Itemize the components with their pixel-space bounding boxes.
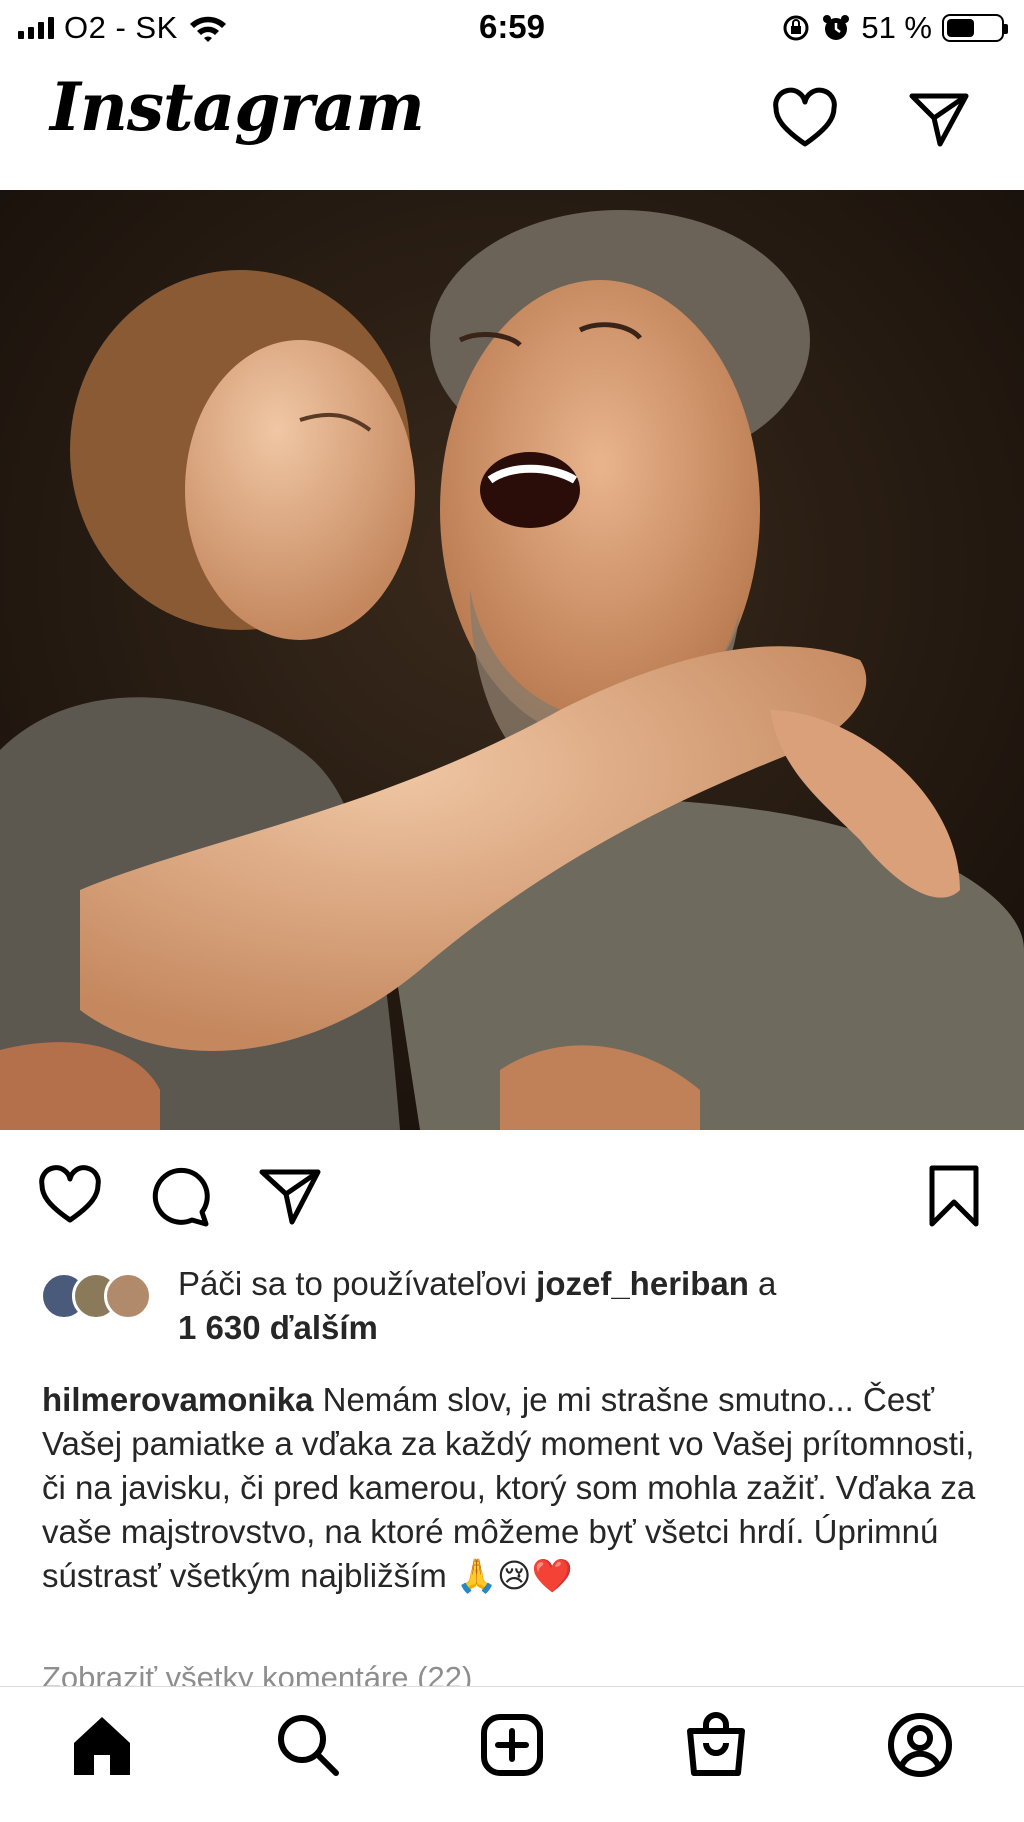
direct-message-icon[interactable] <box>904 84 974 154</box>
post-image[interactable] <box>0 190 1024 1130</box>
bottom-tab-bar <box>0 1686 1024 1822</box>
instagram-logo[interactable]: Instagram <box>50 68 425 146</box>
shop-icon[interactable] <box>680 1709 752 1781</box>
likes-section: Páči sa to používateľovi jozef_heriban a… <box>40 1262 1000 1362</box>
post-caption: hilmerovamonika Nemám slov, je mi strašn… <box>42 1378 987 1598</box>
new-post-icon[interactable] <box>476 1709 548 1781</box>
save-icon[interactable] <box>920 1162 988 1230</box>
post-actions <box>0 1150 1024 1240</box>
home-icon[interactable] <box>66 1709 138 1781</box>
post-photo <box>0 190 1024 1130</box>
battery-icon <box>942 14 1008 42</box>
likes-connector: a <box>748 1265 777 1302</box>
likes-count[interactable]: 1 630 ďalším <box>178 1309 378 1346</box>
caption-username[interactable]: hilmerovamonika <box>42 1381 313 1418</box>
likes-prefix: Páči sa to používateľovi <box>178 1265 537 1302</box>
like-icon[interactable] <box>36 1162 104 1230</box>
app-header: Instagram <box>0 58 1024 190</box>
profile-icon[interactable] <box>884 1709 956 1781</box>
status-bar: O2 - SK 6:59 51 % <box>0 0 1024 58</box>
alarm-icon <box>823 15 850 40</box>
liker-avatars[interactable] <box>40 1272 160 1324</box>
battery-level <box>947 19 974 37</box>
heart-icon[interactable] <box>770 84 840 154</box>
status-right: 51 % <box>781 8 1008 48</box>
avatar <box>104 1272 152 1320</box>
battery-percent: 51 % <box>861 10 932 45</box>
comment-icon[interactable] <box>146 1162 214 1230</box>
search-icon[interactable] <box>272 1709 344 1781</box>
liker-username[interactable]: jozef_heriban <box>536 1265 749 1302</box>
share-icon[interactable] <box>256 1162 324 1230</box>
orientation-lock-icon <box>783 15 809 41</box>
likes-text[interactable]: Páči sa to používateľovi jozef_heriban a… <box>178 1262 776 1350</box>
